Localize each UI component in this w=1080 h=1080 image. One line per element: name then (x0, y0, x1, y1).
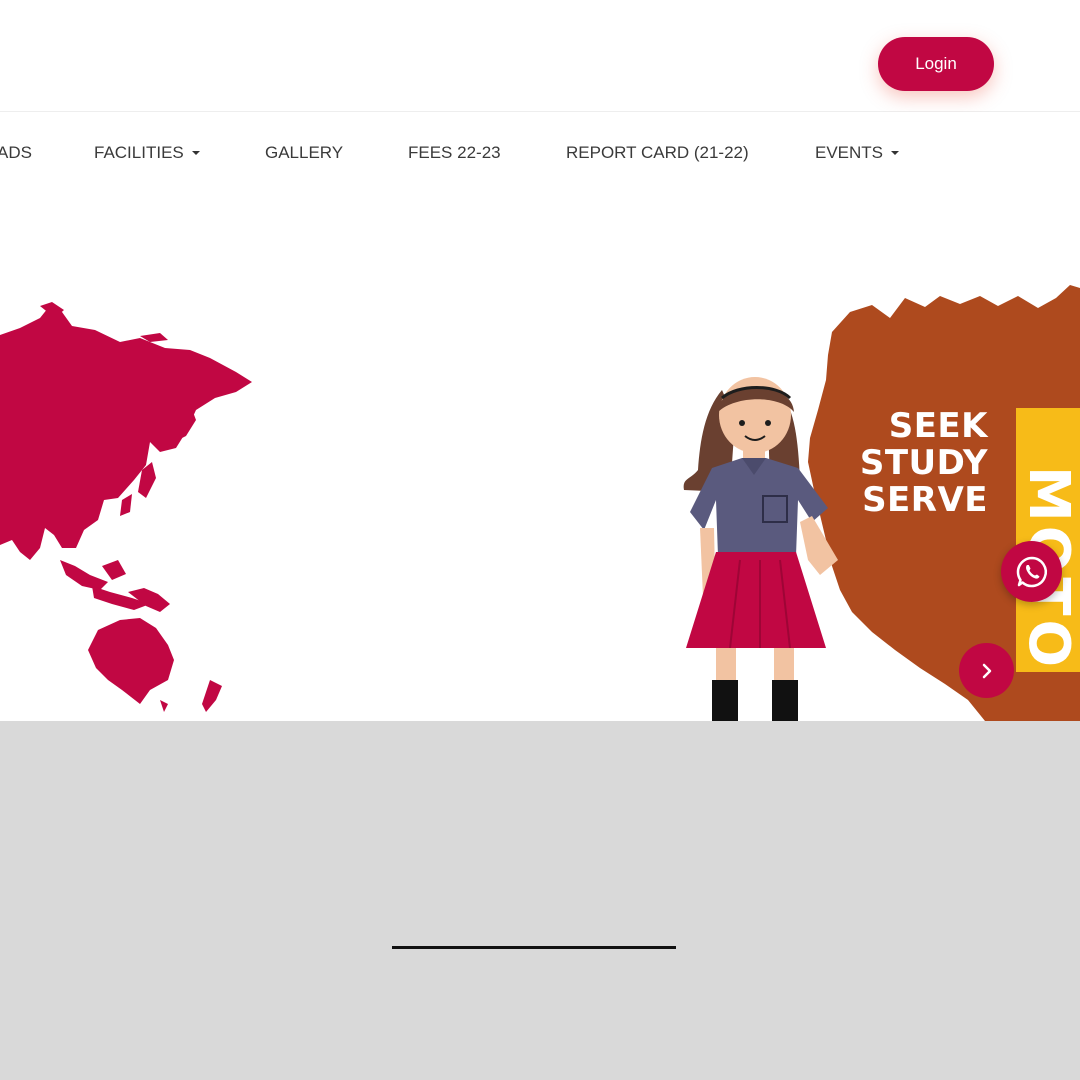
caret-down-icon (891, 151, 900, 155)
motto-text: SEEK STUDY SERVE (860, 408, 988, 519)
nav-item-fees[interactable]: FEES 22-23 (408, 143, 501, 163)
nav-item-gallery[interactable]: GALLERY (265, 143, 343, 163)
world-map-graphic (0, 302, 252, 712)
top-bar: Login (0, 0, 1080, 112)
nav-item-events[interactable]: EVENTS (815, 143, 900, 163)
nav-item-facilities[interactable]: FACILITIES (94, 143, 200, 163)
chevron-right-icon (982, 663, 991, 678)
nav-item-label: FACILITIES (94, 143, 184, 162)
content-placeholder-panel (0, 721, 1080, 1080)
nav-item-label: FEES 22-23 (408, 143, 501, 162)
motto-line: STUDY (859, 443, 988, 483)
nav-item-label: ADS (0, 143, 32, 162)
login-button[interactable]: Login (878, 37, 994, 91)
nav-item-label: GALLERY (265, 143, 344, 162)
nav-item-report-card[interactable]: REPORT CARD (21-22) (566, 143, 749, 163)
nav-item-label: REPORT CARD (21-22) (566, 143, 749, 162)
carousel-next-button[interactable] (959, 643, 1014, 698)
whatsapp-button[interactable] (1001, 541, 1062, 602)
whatsapp-icon (1016, 556, 1047, 587)
section-divider-line (392, 946, 676, 949)
motto-line: SERVE (862, 480, 988, 520)
nav-item-label: EVENTS (815, 143, 884, 162)
nav-item-ads[interactable]: ADS (0, 143, 32, 163)
caret-down-icon (191, 151, 200, 155)
motto-line: SEEK (888, 406, 988, 446)
